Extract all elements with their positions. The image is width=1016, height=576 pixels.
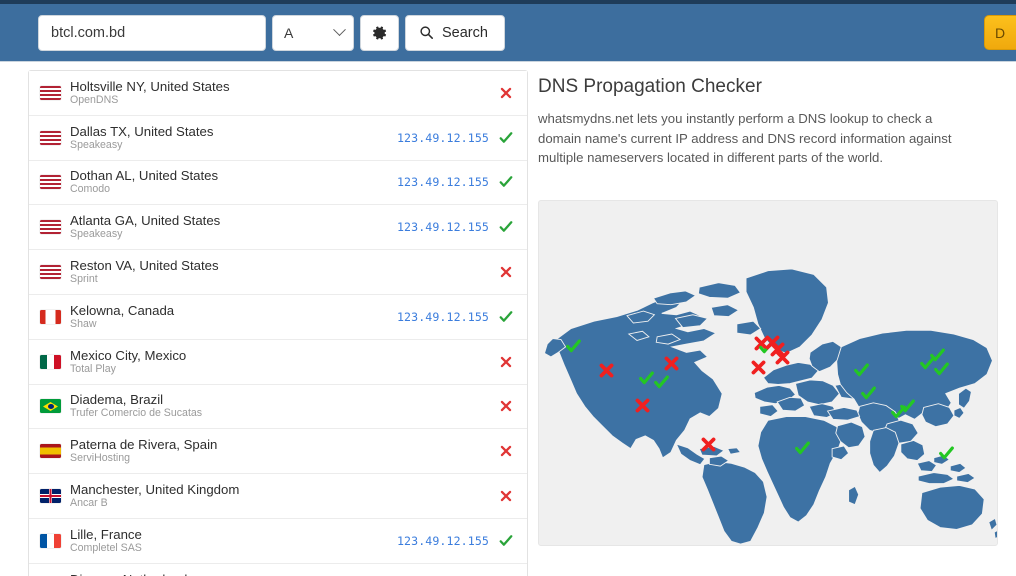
server-row-text: Kelowna, Canada Shaw (70, 303, 397, 331)
flag-icon-es (40, 444, 61, 459)
server-location: Holtsville NY, United States (70, 78, 230, 94)
server-row[interactable]: Paterna de Rivera, Spain ServiHosting (29, 429, 527, 475)
server-isp: Speakeasy (70, 228, 123, 241)
settings-button[interactable] (360, 14, 399, 51)
resolved-ip: 123.49.12.155 (396, 533, 489, 548)
info-panel: DNS Propagation Checker whatsmydns.net l… (528, 62, 1016, 576)
server-location: Atlanta GA, United States (70, 213, 221, 229)
server-location: Diemen, Netherlands (70, 572, 498, 576)
server-row-text: Dallas TX, United States Speakeasy (70, 124, 397, 152)
server-isp: Sprint (70, 273, 98, 286)
server-row[interactable]: Diemen, NetherlandsTele2 Nederland (29, 563, 527, 576)
cross-icon (498, 400, 514, 412)
server-location: Dallas TX, United States (70, 123, 214, 139)
server-isp: Completel SAS (70, 541, 142, 554)
server-location: Lille, France (70, 526, 142, 542)
server-row[interactable]: Diadema, Brazil Trufer Comercio de Sucata… (29, 384, 527, 430)
server-isp: OpenDNS (70, 93, 119, 106)
server-location: Reston VA, United States (70, 258, 219, 274)
server-row-text: Mexico City, Mexico Total Play (70, 348, 498, 376)
server-row[interactable]: Lille, France Completel SAS 123.49.12.155 (29, 518, 527, 564)
flag-icon-ca (40, 309, 61, 324)
check-icon (498, 175, 514, 189)
server-location: Paterna de Rivera, Spain (70, 437, 218, 453)
cross-icon (498, 445, 514, 457)
flag-icon-us (40, 265, 61, 280)
server-row[interactable]: Kelowna, Canada Shaw 123.49.12.155 (29, 294, 527, 340)
search-button[interactable]: Search (405, 14, 505, 51)
server-row[interactable]: Manchester, United Kingdom Ancar B (29, 474, 527, 519)
server-location: Kelowna, Canada (70, 302, 175, 318)
chevron-down-icon (333, 23, 346, 37)
server-row[interactable]: Dallas TX, United States Speakeasy 123.49.… (29, 115, 527, 161)
cross-icon (498, 356, 514, 368)
world-map-svg (543, 267, 997, 545)
flag-icon-us (40, 85, 61, 100)
page-description: whatsmydns.net lets you instantly perfor… (538, 111, 952, 165)
server-row-text: Manchester, United Kingdom Ancar B (70, 482, 498, 510)
search-icon (420, 26, 433, 39)
server-row-text: Diemen, NetherlandsTele2 Nederland (70, 572, 498, 576)
server-isp: Speakeasy (70, 138, 123, 151)
server-isp: Shaw (70, 317, 97, 330)
site-header: A Search D (0, 4, 1016, 62)
page-title: DNS Propagation Checker (538, 76, 762, 97)
cross-icon (498, 490, 514, 502)
resolved-ip: 123.49.12.155 (396, 220, 489, 235)
server-row[interactable]: Holtsville NY, United States OpenDNS (29, 71, 527, 116)
record-type-select[interactable]: A (272, 14, 354, 51)
cta-button-label: D (995, 24, 1006, 41)
server-row[interactable]: Mexico City, Mexico Total Play (29, 339, 527, 385)
flag-icon-us (40, 130, 61, 145)
server-isp: Total Play (70, 362, 116, 375)
check-icon (498, 534, 514, 548)
server-row[interactable]: Atlanta GA, United States Speakeasy 123.49… (29, 205, 527, 251)
flag-icon-br (40, 399, 61, 414)
server-row-text: Lille, France Completel SAS (70, 527, 397, 555)
world-map[interactable] (538, 199, 998, 546)
cta-button[interactable]: D (984, 15, 1016, 50)
check-icon (498, 220, 514, 234)
server-isp: Ancar B (70, 497, 108, 510)
flag-icon-us (40, 220, 61, 235)
server-location: Manchester, United Kingdom (70, 482, 240, 498)
server-list: Holtsville NY, United States OpenDNS Dalla… (28, 70, 528, 576)
flag-icon-gb (40, 489, 61, 504)
flag-icon-us (40, 175, 61, 190)
server-row-text: Atlanta GA, United States Speakeasy (70, 213, 397, 241)
check-icon (498, 131, 514, 145)
cross-icon (498, 266, 514, 278)
resolved-ip: 123.49.12.155 (396, 130, 489, 145)
server-location: Mexico City, Mexico (70, 347, 187, 363)
gear-icon (372, 26, 386, 39)
server-location: Dothan AL, United States (70, 168, 219, 184)
server-row-text: Reston VA, United States Sprint (70, 258, 498, 286)
server-row[interactable]: Dothan AL, United States Comodo 123.49.12.… (29, 160, 527, 206)
server-isp: Comodo (70, 183, 111, 196)
server-isp: Trufer Comercio de Sucatas (70, 407, 203, 420)
domain-input[interactable] (38, 14, 266, 51)
flag-icon-mx (40, 354, 61, 369)
server-row-text: Holtsville NY, United States OpenDNS (70, 79, 498, 107)
resolved-ip: 123.49.12.155 (396, 309, 489, 324)
server-row[interactable]: Reston VA, United States Sprint (29, 250, 527, 295)
flag-icon-fr (40, 533, 61, 548)
server-row-text: Diadema, Brazil Trufer Comercio de Sucata… (70, 392, 498, 420)
server-isp: ServiHosting (70, 452, 131, 465)
search-button-label: Search (442, 24, 488, 41)
server-row-text: Paterna de Rivera, Spain ServiHosting (70, 437, 498, 465)
server-list-panel[interactable]: Holtsville NY, United States OpenDNS Dalla… (0, 62, 528, 576)
dns-search-form: A Search (38, 14, 505, 51)
cross-icon (498, 87, 514, 99)
record-type-value: A (284, 24, 294, 41)
server-location: Diadema, Brazil (70, 392, 164, 408)
page-body: Holtsville NY, United States OpenDNS Dalla… (0, 62, 1016, 576)
check-icon (498, 310, 514, 324)
resolved-ip: 123.49.12.155 (396, 175, 489, 190)
server-row-text: Dothan AL, United States Comodo (70, 168, 397, 196)
